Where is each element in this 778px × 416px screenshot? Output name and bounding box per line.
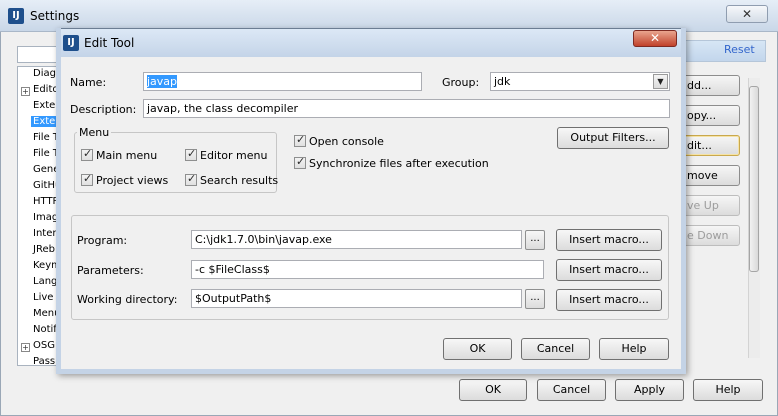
open-console-checkbox[interactable] — [294, 133, 306, 147]
working-directory-label: Working directory: — [77, 293, 178, 306]
settings-help-button[interactable]: Help — [693, 379, 763, 401]
settings-scrollbar-thumb[interactable] — [749, 86, 759, 272]
group-label: Group: — [442, 76, 480, 89]
tree-item[interactable]: Exte — [33, 100, 55, 111]
working-directory-browse-button[interactable]: ... — [525, 289, 545, 309]
parameters-field[interactable]: -c $FileClass$ — [191, 260, 544, 279]
description-label: Description: — [70, 103, 137, 116]
tree-item[interactable]: JReb — [33, 244, 55, 255]
settings-tree: Diag+EditoExteExteFile TFile TGeneGitHuH… — [17, 66, 57, 366]
project-views-checkbox[interactable] — [81, 172, 93, 186]
dialog-ok-button[interactable]: OK — [443, 338, 512, 360]
working-directory-field[interactable]: $OutputPath$ — [191, 289, 522, 308]
program-browse-button[interactable]: ... — [525, 230, 545, 250]
description-field[interactable]: javap, the class decompiler — [143, 99, 670, 118]
settings-close-button[interactable]: ✕ — [726, 5, 768, 23]
program-field[interactable]: C:\jdk1.7.0\bin\javap.exe — [191, 230, 522, 249]
dialog-close-button[interactable]: ✕ — [633, 30, 677, 47]
dialog-cancel-button[interactable]: Cancel — [521, 338, 590, 360]
dialog-title: Edit Tool — [84, 36, 135, 50]
sync-files-label: Synchronize files after execution — [309, 157, 489, 170]
tool-action-button[interactable]: ve Up — [680, 195, 740, 216]
program-label: Program: — [77, 234, 128, 247]
editor-menu-label: Editor menu — [200, 149, 268, 162]
tree-item[interactable]: Gene — [33, 164, 56, 175]
settings-apply-button[interactable]: Apply — [615, 379, 684, 401]
intellij-app-icon: IJ — [63, 35, 79, 51]
name-value: javap — [147, 75, 178, 88]
dialog-help-button[interactable]: Help — [599, 338, 669, 360]
parameters-insert-macro-button[interactable]: Insert macro... — [556, 259, 662, 281]
tree-item[interactable]: Exte — [31, 116, 56, 127]
main-menu-checkbox[interactable] — [81, 147, 93, 161]
close-icon: ✕ — [649, 31, 661, 45]
tree-item[interactable]: Menu — [33, 308, 56, 319]
main-menu-label: Main menu — [96, 149, 158, 162]
tree-item[interactable]: Keym — [33, 260, 56, 271]
tree-item[interactable]: Notif — [33, 324, 56, 335]
working-directory-insert-macro-button[interactable]: Insert macro... — [556, 289, 662, 311]
tree-item[interactable]: Live — [33, 292, 53, 303]
tree-item[interactable]: Pass — [33, 356, 55, 365]
name-label: Name: — [70, 76, 107, 89]
group-select[interactable]: jdk ▼ — [490, 72, 670, 91]
tool-action-button[interactable]: move — [680, 165, 740, 186]
reset-link[interactable]: Reset — [724, 43, 755, 56]
tool-action-button[interactable]: dit... — [680, 135, 740, 156]
tool-action-button[interactable]: dd... — [680, 75, 740, 96]
group-value: jdk — [494, 75, 511, 88]
search-results-checkbox[interactable] — [185, 172, 197, 186]
chevron-down-icon[interactable]: ▼ — [653, 74, 668, 89]
tree-item[interactable]: OSG — [33, 340, 55, 351]
name-field[interactable]: javap — [143, 72, 422, 91]
edit-tool-titlebar — [57, 29, 685, 57]
tree-item[interactable]: Edito — [33, 84, 56, 95]
settings-ok-button[interactable]: OK — [459, 379, 527, 401]
search-results-label: Search results — [200, 174, 279, 187]
tree-item[interactable]: Lang — [33, 276, 56, 287]
expand-icon[interactable]: + — [21, 343, 30, 352]
project-views-label: Project views — [96, 174, 169, 187]
program-insert-macro-button[interactable]: Insert macro... — [556, 229, 662, 251]
tree-item[interactable]: File T — [33, 132, 56, 143]
menu-group-caption: Menu — [77, 126, 112, 139]
parameters-label: Parameters: — [77, 264, 144, 277]
intellij-app-icon: IJ — [8, 8, 24, 24]
tree-item[interactable]: Diag — [33, 68, 56, 79]
tool-action-button[interactable]: opy... — [680, 105, 740, 126]
tree-item[interactable]: GitHu — [33, 180, 56, 191]
tree-item[interactable]: File T — [33, 148, 56, 159]
settings-title: Settings — [30, 9, 80, 23]
sync-files-checkbox[interactable] — [294, 155, 306, 169]
settings-cancel-button[interactable]: Cancel — [537, 379, 606, 401]
close-icon: ✕ — [741, 7, 753, 21]
tool-action-button[interactable]: e Down — [680, 225, 740, 246]
editor-menu-checkbox[interactable] — [185, 147, 197, 161]
tree-item[interactable]: Inter — [33, 228, 56, 239]
tree-item[interactable]: HTTP — [33, 196, 56, 207]
tree-item[interactable]: Imag — [33, 212, 56, 223]
settings-search-input[interactable] — [17, 46, 57, 63]
expand-icon[interactable]: + — [21, 87, 30, 96]
output-filters-button[interactable]: Output Filters... — [557, 127, 669, 149]
open-console-label: Open console — [309, 135, 384, 148]
